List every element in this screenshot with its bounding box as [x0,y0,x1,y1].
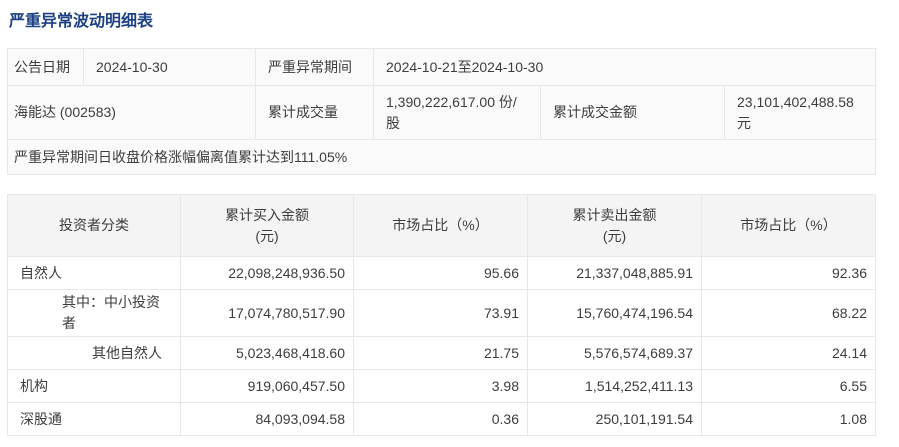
investor-category: 自然人 [7,256,181,290]
abnormal-fluctuation-panel: 严重异常波动明细表 公告日期 2024-10-30 严重异常期间 2024-10… [6,12,877,436]
col-header-sell-amount: 累计卖出金额 (元) [527,194,702,257]
sell-amount-cell: 15,760,474,196.54 [527,289,702,337]
buy-market-share-cell: 21.75 [353,336,528,370]
summary-row-note: 严重异常期间日收盘价格涨幅偏离值累计达到111.05% [6,139,877,175]
col-header-buy-market-share: 市场占比（%） [353,194,528,257]
investor-category: 机构 [7,369,181,403]
buy-market-share-cell: 73.91 [353,289,528,337]
buy-amount-cell: 22,098,248,936.50 [180,256,354,290]
buy-amount-cell: 84,093,094.58 [180,402,354,436]
sell-market-share-cell: 1.08 [701,402,876,436]
buy-market-share-cell: 0.36 [353,402,528,436]
sell-amount-cell: 5,576,574,689.37 [527,336,702,370]
table-row: 其他自然人 5,023,468,418.60 21.75 5,576,574,689.… [7,336,876,370]
announce-date-value: 2024-10-30 [83,48,256,86]
col-header-investor-category: 投资者分类 [7,194,181,257]
investor-category: 深股通 [7,402,181,436]
investor-table-header-row: 投资者分类 累计买入金额 (元) 市场占比（%） 累计卖出金额 (元) 市场占比… [7,194,876,257]
investor-table: 投资者分类 累计买入金额 (元) 市场占比（%） 累计卖出金额 (元) 市场占比… [7,194,876,436]
investor-category: 其他自然人 [7,336,181,370]
sell-market-share-cell: 24.14 [701,336,876,370]
summary-row-dates: 公告日期 2024-10-30 严重异常期间 2024-10-21至2024-1… [7,48,877,86]
volume-value: 1,390,222,617.00 份/ 股 [373,85,541,140]
buy-amount-cell: 919,060,457.50 [180,369,354,403]
page-title: 严重异常波动明细表 [9,13,154,30]
buy-market-share-cell: 3.98 [353,369,528,403]
buy-amount-cell: 17,074,780,517.90 [180,289,354,337]
buy-amount-cell: 5,023,468,418.60 [180,336,354,370]
investor-category: 其中：中小投资者 [7,289,181,337]
sell-market-share-cell: 6.55 [701,369,876,403]
abnormal-period-value: 2024-10-21至2024-10-30 [372,48,877,86]
sell-market-share-cell: 68.22 [701,289,876,337]
col-header-sell-market-share: 市场占比（%） [701,194,876,257]
announce-date-label: 公告日期 [7,48,84,86]
abnormal-period-label: 严重异常期间 [255,48,374,86]
table-row: 自然人 22,098,248,936.50 95.66 21,337,048,885.… [7,256,876,290]
table-row: 机构 919,060,457.50 3.98 1,514,252,411.13 6.55 [7,369,876,403]
sell-amount-cell: 250,101,191.54 [527,402,702,436]
summary-row-stock: 海能达 (002583) 累计成交量 1,390,222,617.00 份/ 股… [7,85,877,140]
amount-value: 23,101,402,488.58 元 [723,85,877,140]
amount-label: 累计成交金额 [540,85,725,140]
investor-table-body: 自然人 22,098,248,936.50 95.66 21,337,048,885.… [7,256,876,436]
sell-amount-cell: 1,514,252,411.13 [527,369,702,403]
summary-table: 公告日期 2024-10-30 严重异常期间 2024-10-21至2024-1… [6,48,877,175]
table-row: 其中：中小投资者 17,074,780,517.90 73.91 15,760,474… [7,289,876,337]
volume-label: 累计成交量 [255,85,374,140]
buy-market-share-cell: 95.66 [353,256,528,290]
sell-amount-cell: 21,337,048,885.91 [527,256,702,290]
col-header-buy-amount: 累计买入金额 (元) [180,194,354,257]
stock-name: 海能达 (002583) [7,85,256,140]
deviation-note: 严重异常期间日收盘价格涨幅偏离值累计达到111.05% [6,139,877,175]
sell-market-share-cell: 92.36 [701,256,876,290]
table-row: 深股通 84,093,094.58 0.36 250,101,191.54 1.08 [7,402,876,436]
